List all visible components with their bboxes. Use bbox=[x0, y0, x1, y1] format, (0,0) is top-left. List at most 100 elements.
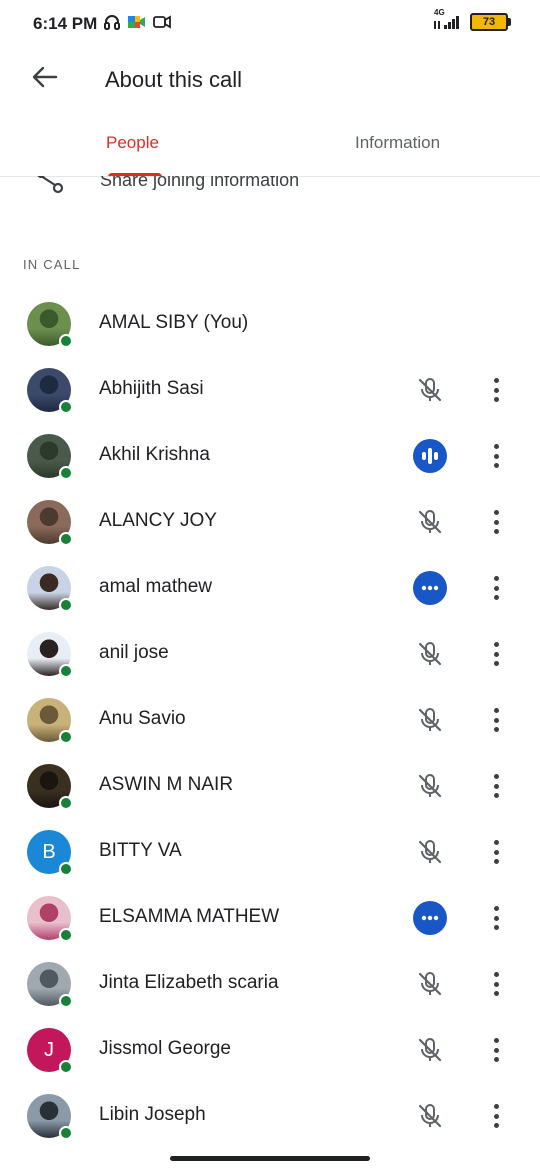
more-vert-icon-dot bbox=[493, 840, 499, 845]
share-joining-info-row[interactable]: Share joining information bbox=[0, 176, 540, 206]
more-vert-icon-dot bbox=[493, 1057, 499, 1062]
participant-row[interactable]: ELSAMMA MATHEW bbox=[0, 884, 540, 950]
more-vert-icon-dot bbox=[493, 585, 499, 591]
more-vert-icon-dot bbox=[493, 1038, 499, 1043]
presence-indicator bbox=[59, 1126, 73, 1140]
more-vert-icon-dot bbox=[493, 397, 499, 402]
more-vert-icon-dot bbox=[493, 519, 499, 525]
participant-name: Jissmol George bbox=[99, 1038, 231, 1059]
presence-indicator bbox=[59, 400, 73, 414]
more-vert-icon-dot bbox=[493, 661, 499, 666]
presence-indicator bbox=[59, 862, 73, 876]
page-title: About this call bbox=[105, 67, 242, 92]
participant-row[interactable]: AMAL SIBY (You) bbox=[0, 290, 540, 356]
more-vert-icon-dot bbox=[493, 793, 499, 798]
more-vert-icon-dot bbox=[493, 510, 499, 515]
participant-row[interactable]: ALANCY JOY bbox=[0, 488, 540, 554]
more-vert-icon-dot bbox=[493, 708, 499, 713]
more-options-button[interactable] bbox=[484, 1035, 508, 1065]
indicator-badge bbox=[413, 901, 447, 935]
more-options-button[interactable] bbox=[484, 375, 508, 405]
more-vert-icon-dot bbox=[493, 991, 499, 996]
arrow-back-icon bbox=[30, 66, 58, 95]
participant-name: Anu Savio bbox=[99, 708, 186, 729]
more-vert-icon-dot bbox=[493, 925, 499, 930]
more-vert-icon-dot bbox=[493, 444, 499, 449]
participant-row[interactable]: J Jissmol George bbox=[0, 1016, 540, 1082]
participant-row[interactable]: anil jose bbox=[0, 620, 540, 686]
presence-indicator bbox=[59, 994, 73, 1008]
more-vert-icon-dot bbox=[493, 1123, 499, 1128]
mic-off-icon bbox=[413, 505, 447, 539]
more-options-button[interactable] bbox=[484, 837, 508, 867]
participant-name: anil jose bbox=[99, 642, 169, 663]
more-options-button[interactable] bbox=[484, 969, 508, 999]
more-vert-icon-dot bbox=[493, 1113, 499, 1119]
participant-name: Akhil Krishna bbox=[99, 444, 210, 465]
participant-row[interactable]: Libin Joseph bbox=[0, 1082, 540, 1148]
participant-row[interactable]: amal mathew bbox=[0, 554, 540, 620]
presence-indicator bbox=[59, 1060, 73, 1074]
more-options-button[interactable] bbox=[484, 1101, 508, 1131]
more-vert-icon-dot bbox=[493, 717, 499, 723]
app-bar: About this call bbox=[0, 48, 540, 110]
more-options-button[interactable] bbox=[484, 639, 508, 669]
more-options-button[interactable] bbox=[484, 573, 508, 603]
participant-name: Libin Joseph bbox=[99, 1104, 206, 1125]
participant-name: BITTY VA bbox=[99, 840, 182, 861]
participant-row[interactable]: ASWIN M NAIR bbox=[0, 752, 540, 818]
participant-name: ALANCY JOY bbox=[99, 510, 217, 531]
back-button[interactable] bbox=[30, 63, 70, 95]
participant-name: ASWIN M NAIR bbox=[99, 774, 234, 795]
tab-people[interactable]: People bbox=[106, 133, 159, 153]
tab-information[interactable]: Information bbox=[355, 133, 440, 153]
more-options-button[interactable] bbox=[484, 441, 508, 471]
presence-indicator bbox=[59, 532, 73, 546]
more-options-button[interactable] bbox=[484, 903, 508, 933]
status-time: 6:14 PM bbox=[33, 14, 98, 33]
signal-icon: 4G bbox=[432, 8, 462, 31]
participant-name: Jinta Elizabeth scaria bbox=[99, 972, 279, 993]
participant-name: Abhijith Sasi bbox=[99, 378, 204, 399]
participant-list: AMAL SIBY (You) Abhijith Sasi Akhil Krishn… bbox=[0, 290, 540, 1148]
participant-row[interactable]: B BITTY VA bbox=[0, 818, 540, 884]
more-options-button[interactable] bbox=[484, 705, 508, 735]
mic-off-icon bbox=[413, 703, 447, 737]
avatar-initial: B bbox=[42, 840, 56, 863]
more-vert-icon-dot bbox=[493, 595, 499, 600]
audio-active-indicator-icon bbox=[413, 571, 447, 605]
mic-off-icon bbox=[413, 637, 447, 671]
participant-row[interactable]: Jinta Elizabeth scaria bbox=[0, 950, 540, 1016]
home-indicator[interactable] bbox=[170, 1156, 370, 1161]
more-options-button[interactable] bbox=[484, 507, 508, 537]
more-vert-icon-dot bbox=[493, 915, 499, 921]
presence-indicator bbox=[59, 796, 73, 810]
speaking-indicator-icon bbox=[413, 439, 447, 473]
more-options-button[interactable] bbox=[484, 771, 508, 801]
status-bar: 6:14 PM 4G 73 bbox=[0, 0, 540, 48]
section-label-in-call: IN CALL bbox=[23, 257, 81, 272]
mic-off-icon bbox=[413, 967, 447, 1001]
avatar-initial: J bbox=[44, 1038, 54, 1061]
participant-name: AMAL SIBY (You) bbox=[99, 312, 249, 333]
mic-off-icon bbox=[413, 1099, 447, 1133]
participant-row[interactable]: Abhijith Sasi bbox=[0, 356, 540, 422]
presence-indicator bbox=[59, 928, 73, 942]
indicator-badge bbox=[413, 571, 447, 605]
participant-row[interactable]: Akhil Krishna bbox=[0, 422, 540, 488]
more-vert-icon-dot bbox=[493, 576, 499, 581]
battery-indicator: 73 bbox=[470, 13, 511, 31]
more-vert-icon-dot bbox=[493, 981, 499, 987]
participant-name: ELSAMMA MATHEW bbox=[99, 906, 280, 927]
more-vert-icon-dot bbox=[493, 453, 499, 459]
more-vert-icon-dot bbox=[493, 972, 499, 977]
participant-name: amal mathew bbox=[99, 576, 212, 597]
more-vert-icon-dot bbox=[493, 463, 499, 468]
more-vert-icon-dot bbox=[493, 642, 499, 647]
video-icon bbox=[153, 14, 171, 35]
presence-indicator bbox=[59, 466, 73, 480]
presence-indicator bbox=[59, 598, 73, 612]
participant-row[interactable]: Anu Savio bbox=[0, 686, 540, 752]
more-vert-icon-dot bbox=[493, 783, 499, 789]
more-vert-icon-dot bbox=[493, 849, 499, 855]
